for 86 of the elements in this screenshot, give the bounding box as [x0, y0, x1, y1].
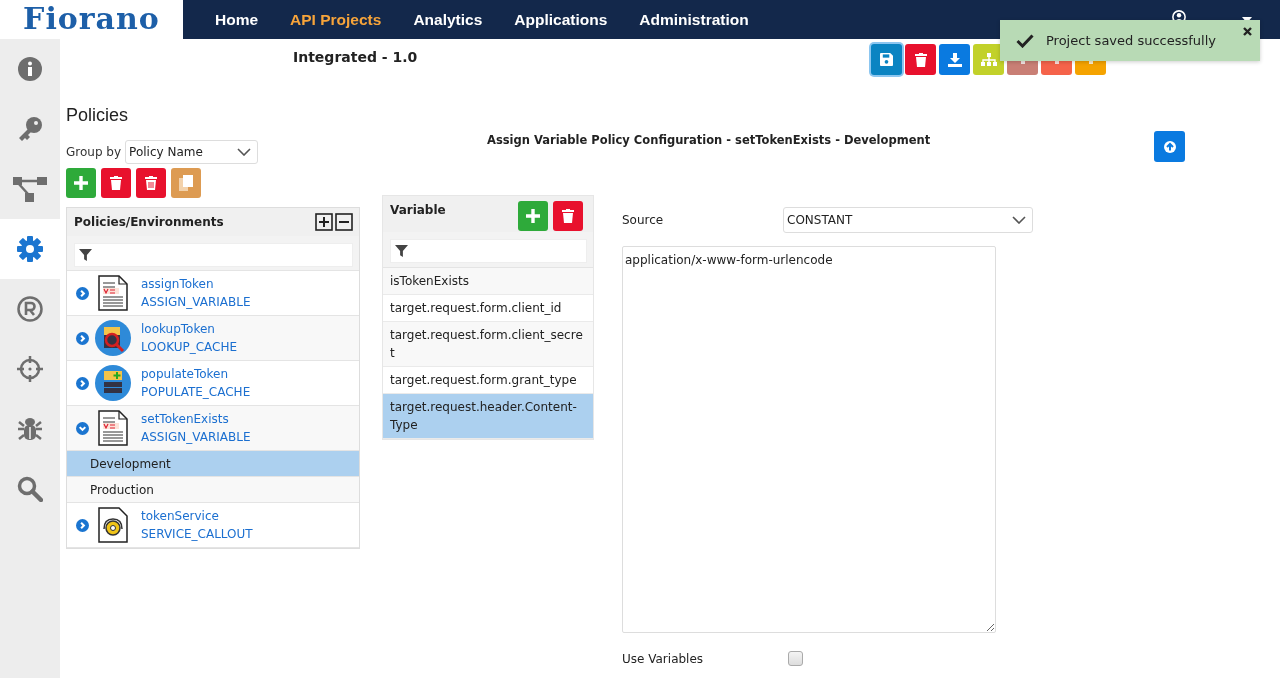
collapse-all-icon[interactable]	[335, 213, 353, 231]
environment-item[interactable]: Production	[67, 477, 359, 503]
source-label: Source	[622, 213, 665, 227]
panel-header: Policies/Environments	[74, 215, 224, 229]
trash-icon	[914, 52, 927, 67]
registered-icon	[17, 296, 43, 322]
chevron-down-icon	[237, 148, 252, 156]
service-gear-icon	[98, 507, 128, 543]
close-icon[interactable]	[1243, 27, 1252, 36]
trash-icon	[562, 209, 574, 223]
gear-icon	[17, 236, 43, 262]
policy-name[interactable]: setTokenExists	[141, 412, 251, 426]
policy-type: LOOKUP_CACHE	[141, 340, 238, 354]
policy-type: ASSIGN_VARIABLE	[141, 295, 251, 309]
cache-add-icon	[95, 365, 131, 401]
variable-item[interactable]: isTokenExists	[383, 268, 593, 295]
toast-message: Project saved successfully	[1046, 33, 1216, 48]
search-icon	[17, 476, 43, 502]
add-button[interactable]	[518, 201, 548, 231]
environment-item[interactable]: Development	[67, 451, 359, 477]
expanded-chevron-icon[interactable]	[76, 421, 89, 435]
group-by-label: Group by	[66, 145, 122, 159]
delete-button[interactable]	[553, 201, 583, 231]
cache-lookup-icon	[95, 320, 131, 356]
policy-type: SERVICE_CALLOUT	[141, 527, 253, 541]
sidebar-item[interactable]	[0, 219, 60, 279]
policy-action-button[interactable]	[101, 168, 131, 198]
nav-tab[interactable]: Applications	[498, 10, 624, 29]
nav-tab[interactable]: Home	[199, 10, 275, 29]
config-title: Assign Variable Policy Configuration - setTokenExists - Development	[487, 132, 931, 147]
upload-button[interactable]	[1154, 131, 1186, 162]
plus-icon	[74, 176, 88, 190]
key-icon	[17, 116, 43, 142]
bug-icon	[17, 416, 43, 442]
plus-icon	[526, 209, 540, 223]
use-variables-label: Use Variables	[622, 651, 705, 666]
collapsed-chevron-icon[interactable]	[76, 518, 89, 532]
collapsed-chevron-icon[interactable]	[76, 376, 89, 390]
variable-item[interactable]: target.request.header.Content-Type	[383, 394, 593, 439]
source-dropdown[interactable]: CONSTANT	[783, 207, 1033, 233]
nav-tab[interactable]: Administration	[623, 10, 765, 29]
use-variables-checkbox[interactable]	[788, 651, 803, 666]
panel-header: Variable	[390, 202, 447, 217]
project-title: Integrated - 1.0	[293, 48, 419, 67]
toolbar-button[interactable]	[905, 44, 936, 75]
section-heading: Policies	[66, 105, 130, 126]
chevron-down-icon	[1012, 216, 1026, 224]
crosshairs-icon	[17, 356, 43, 382]
arrow-up-circle-icon	[1163, 140, 1176, 153]
policy-name[interactable]: populateToken	[141, 367, 251, 381]
check-icon	[1016, 33, 1034, 48]
nav-tab[interactable]: API Projects	[274, 10, 398, 29]
policy-action-button[interactable]	[171, 168, 201, 198]
hierarchy-icon	[980, 52, 997, 67]
trash-icon	[145, 176, 157, 190]
collapsed-chevron-icon[interactable]	[76, 286, 89, 300]
trash-icon	[110, 176, 122, 190]
policy-action-button[interactable]	[66, 168, 96, 198]
logo[interactable]: Fiorano	[0, 0, 183, 39]
policy-type: ASSIGN_VARIABLE	[141, 430, 251, 444]
value-field[interactable]: application/x-www-form-urlencode	[622, 246, 996, 633]
policy-row[interactable]: lookupToken LOOKUP_CACHE	[67, 316, 359, 361]
copy-icon	[179, 175, 193, 191]
variable-document-icon	[98, 275, 128, 311]
collapsed-chevron-icon[interactable]	[76, 331, 89, 345]
policy-row[interactable]: setTokenExists ASSIGN_VARIABLE	[67, 406, 359, 451]
policy-row[interactable]: tokenService SERVICE_CALLOUT	[67, 503, 359, 548]
policy-name[interactable]: lookupToken	[141, 322, 238, 336]
group-by-dropdown[interactable]: Policy Name	[125, 140, 259, 164]
policy-type: POPULATE_CACHE	[141, 385, 251, 399]
filter-icon	[79, 248, 92, 262]
download-icon	[947, 52, 962, 67]
policy-name[interactable]: assignToken	[141, 277, 251, 291]
flow-diagram-icon	[13, 175, 47, 203]
filter-field[interactable]	[74, 243, 353, 267]
filter-field[interactable]	[390, 239, 587, 263]
info-icon	[18, 57, 42, 81]
expand-all-icon[interactable]	[315, 213, 333, 231]
variable-item[interactable]: target.request.form.client_secret	[383, 322, 593, 367]
filter-icon	[395, 244, 408, 258]
policy-name[interactable]: tokenService	[141, 509, 253, 523]
toolbar-button[interactable]	[939, 44, 970, 75]
toolbar-button[interactable]	[871, 44, 902, 75]
policy-action-button[interactable]	[136, 168, 166, 198]
variable-document-icon	[98, 410, 128, 446]
nav-tab[interactable]: Analytics	[397, 10, 499, 29]
